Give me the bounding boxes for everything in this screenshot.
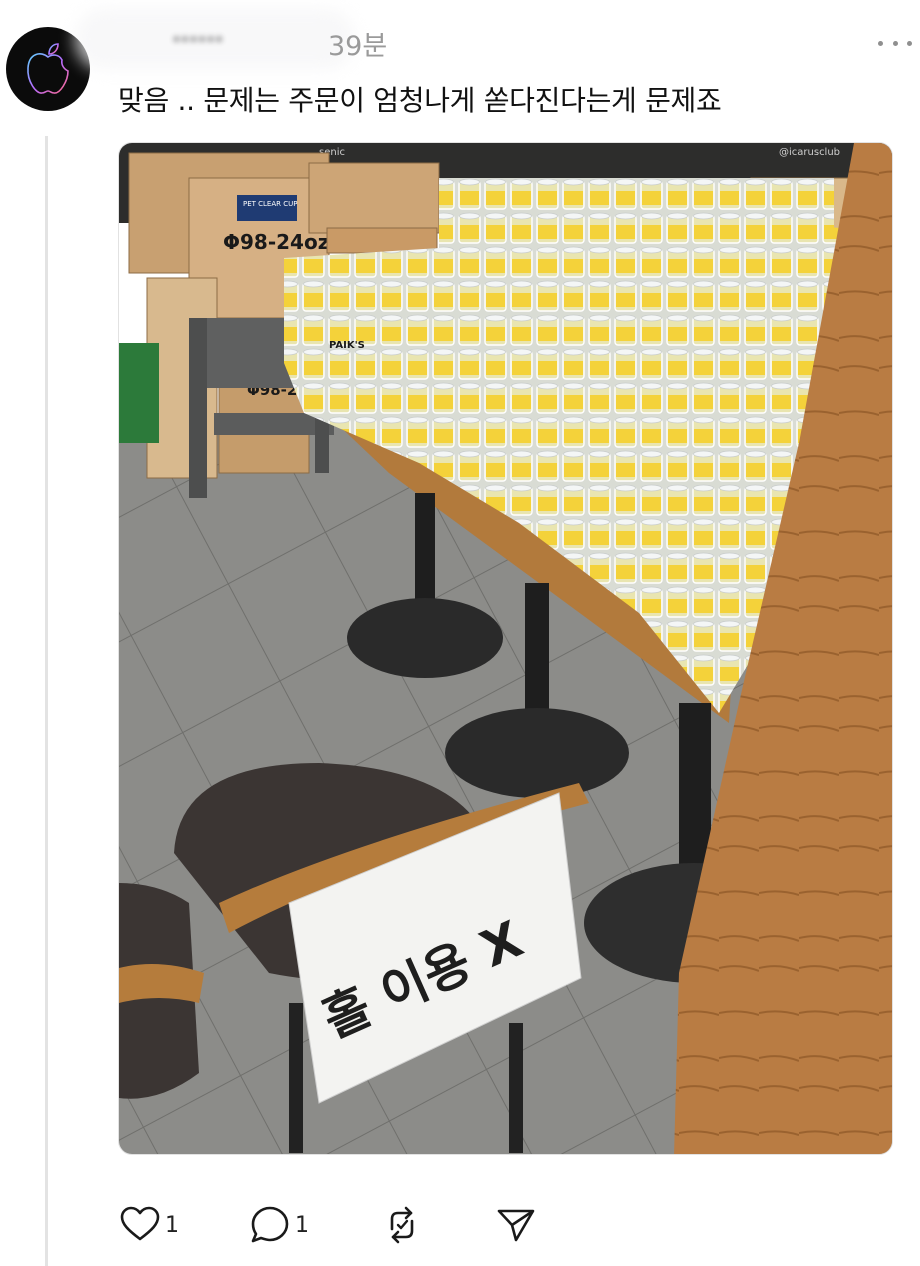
svg-text:@icarusclub: @icarusclub [779,147,840,158]
heart-icon [120,1206,160,1241]
share-button[interactable] [494,1203,538,1247]
post-text: 맞음 .. 문제는 주문이 엄청나게 쏟다진다는게 문제죠 [118,84,722,117]
cup-label: PAIK'S [329,340,365,351]
repost-icon [390,1206,414,1244]
reply-count: 1 [295,1212,309,1238]
like-count: 1 [165,1212,179,1238]
action-bar: 1 1 [118,1203,558,1247]
ellipsis-icon [878,40,883,46]
repost-button[interactable] [380,1203,424,1247]
username[interactable]: ᐩᐩᐩᐩᐩᐩ [172,32,223,57]
more-options-button[interactable] [878,38,912,48]
cafe-photo-illustration: senic @icarusclub PET CLEAR CUP Φ98-24oz… [119,143,892,1154]
thread-post: ᐩᐩᐩᐩᐩᐩ 39분 맞음 .. 문제는 주문이 엄청나게 쏟다진다는게 문제죠 [0,0,920,1266]
send-icon [497,1209,535,1242]
thread-line [45,136,48,1266]
apple-logo-icon [27,43,69,94]
timestamp: 39분 [328,31,388,62]
like-button[interactable]: 1 [118,1203,179,1247]
reply-button[interactable]: 1 [248,1203,309,1247]
post-photo[interactable]: senic @icarusclub PET CLEAR CUP Φ98-24oz… [118,142,893,1155]
box-label-1: PET CLEAR CUP [243,200,297,208]
box-label-2: Φ98-24oz [223,230,329,254]
comment-icon [251,1206,289,1243]
